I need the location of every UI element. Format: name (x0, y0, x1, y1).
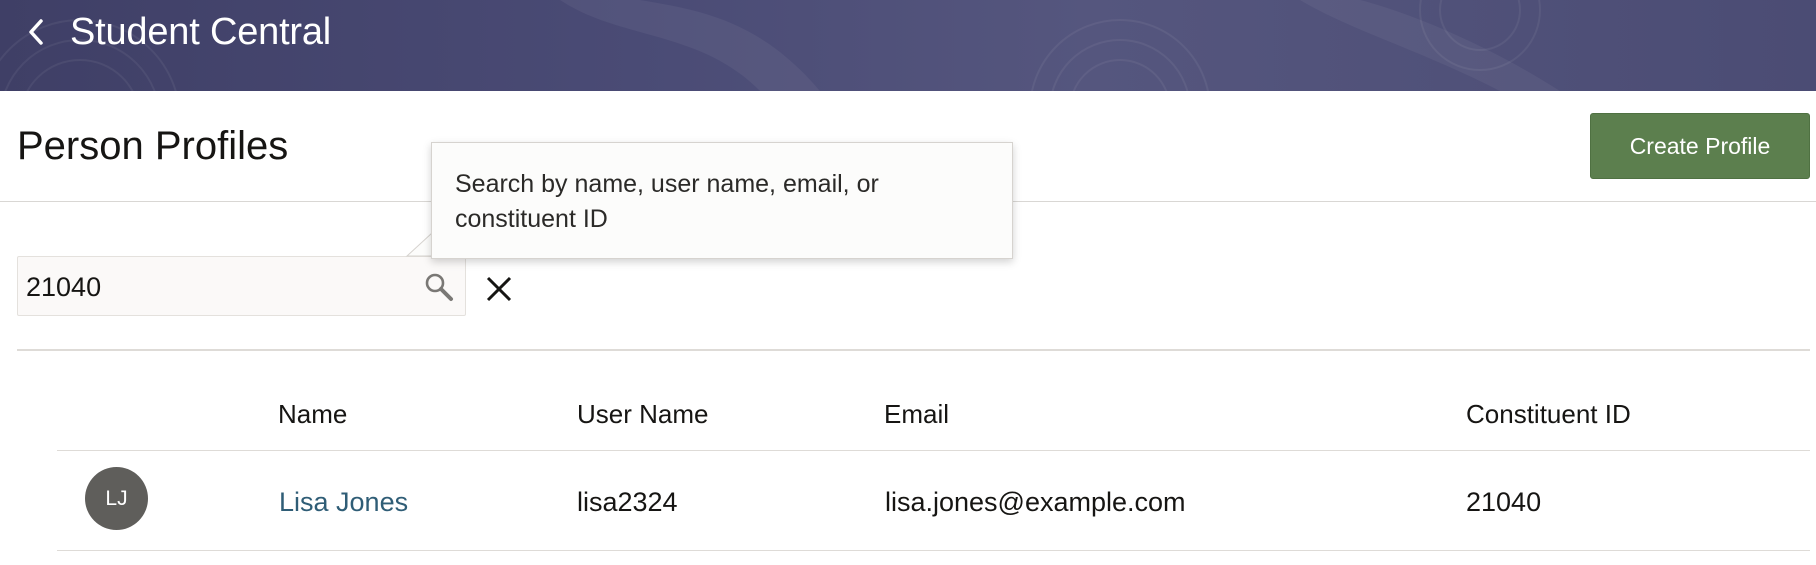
column-header-email[interactable]: Email (884, 396, 949, 432)
email-cell: lisa.jones@example.com (885, 487, 1186, 517)
constituent-id-cell: 21040 (1466, 487, 1542, 517)
search-tooltip: Search by name, user name, email, or con… (431, 142, 1013, 259)
chevron-left-icon (29, 19, 43, 45)
back-button[interactable] (14, 14, 58, 50)
table-row-divider (57, 550, 1810, 551)
column-header-user-name[interactable]: User Name (577, 396, 708, 432)
column-header-name[interactable]: Name (278, 396, 347, 432)
app-title: Student Central (70, 11, 332, 53)
search-input[interactable] (26, 265, 406, 309)
user-name-cell: lisa2324 (577, 487, 678, 517)
page-title: Person Profiles (17, 124, 289, 168)
table-header-divider (57, 450, 1810, 451)
close-icon (486, 276, 512, 302)
person-name-link[interactable]: Lisa Jones (279, 484, 408, 520)
create-profile-button[interactable]: Create Profile (1590, 113, 1810, 179)
app-header-banner: Student Central (0, 0, 1816, 91)
clear-search-button[interactable] (482, 272, 516, 306)
search-icon[interactable] (423, 271, 455, 303)
column-header-constituent-id[interactable]: Constituent ID (1466, 396, 1631, 432)
search-field[interactable] (17, 256, 466, 316)
avatar: LJ (85, 467, 148, 530)
divider (17, 349, 1810, 351)
